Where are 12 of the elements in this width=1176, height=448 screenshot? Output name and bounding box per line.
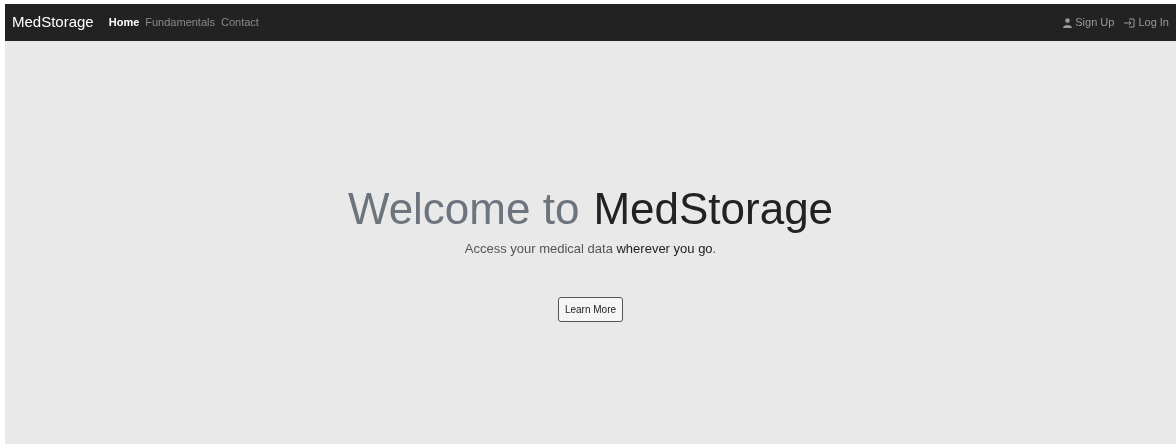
nav-link[interactable]: Contact xyxy=(221,14,259,31)
nav-link[interactable]: Fundamentals xyxy=(145,14,215,31)
brand-logo[interactable]: MedStorage xyxy=(12,11,94,34)
nav-link[interactable]: Home xyxy=(108,14,140,31)
hero-title-name: MedStorage xyxy=(593,187,834,231)
learn-more-button[interactable]: Learn More xyxy=(557,296,624,322)
account-link[interactable]: Log In xyxy=(1124,14,1169,31)
login-icon xyxy=(1124,17,1136,28)
person-icon xyxy=(1063,17,1073,28)
hero-title: Welcome to xyxy=(347,187,580,231)
account-link[interactable]: Sign Up xyxy=(1063,14,1115,31)
hero-subtitle: Access your medical data wherever you go. xyxy=(464,240,717,258)
